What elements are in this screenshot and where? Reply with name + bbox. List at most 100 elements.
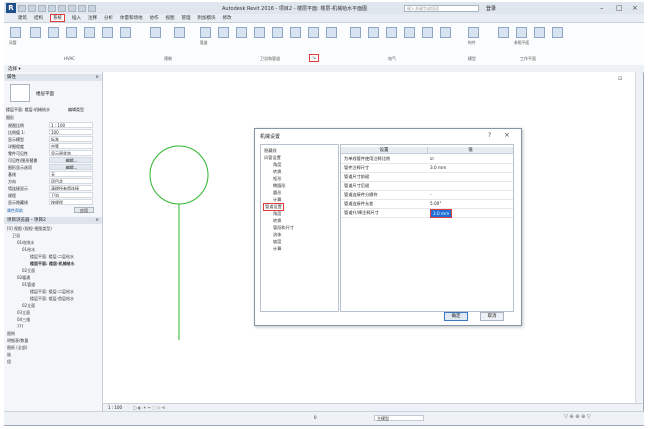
duct-placeholder-icon[interactable] [30,27,41,38]
tree-item[interactable]: 楼层平面: 楼层-首层给水 [30,296,74,302]
save-icon[interactable] [28,4,36,12]
duct-fitting-icon[interactable] [66,27,77,38]
plumbing-fixture-icon[interactable] [308,27,319,38]
tree-item[interactable]: [0] 视图 (规程-视图类型) [7,226,52,232]
pipe-icon[interactable] [200,27,211,38]
tree-item[interactable]: 图例 [7,331,15,337]
tree-item[interactable]: 转换 [273,218,281,224]
redo-icon[interactable] [48,4,56,12]
tree-item[interactable]: 族 [7,352,11,358]
pipe-accessory-icon[interactable] [272,27,283,38]
convert-flex-duct-icon[interactable] [48,27,59,38]
filter-icon[interactable]: ▽ ⊕ ⊕ ⊕ ▽ [564,414,591,420]
instance-selector[interactable]: 楼层平面: 楼层-机械给水 [6,107,50,113]
tab-architecture[interactable]: 建筑 [18,15,27,21]
pipe-fitting-icon[interactable] [254,27,265,38]
pipe-placeholder-icon[interactable] [218,27,229,38]
close-icon[interactable]: × [504,131,510,139]
flex-duct-icon[interactable] [102,27,113,38]
apply-button[interactable]: 应用 [74,207,94,213]
model-selector[interactable]: 主模型 [374,415,424,421]
reference-plane-icon[interactable] [516,27,527,38]
tree-item[interactable]: 02暖通 [17,275,30,281]
revit-logo-icon[interactable]: R [6,3,16,13]
tree-item[interactable]: 楼层平面: 楼层-二层给水 [30,289,74,295]
tree-item[interactable]: 转换 [273,169,281,175]
tree-item[interactable]: 流体 [273,232,281,238]
checkbox[interactable]: ☑ [430,154,434,163]
tree-item[interactable]: 管段和尺寸 [273,225,294,231]
tab-view[interactable]: 视图 [166,15,175,21]
tree-item[interactable]: 圆形 [273,190,281,196]
tree-item[interactable]: 01给排水 [17,240,34,246]
show-workplane-icon[interactable] [552,27,563,38]
tab-massing[interactable]: 体量和场地 [120,15,143,21]
tab-structure[interactable]: 结构 [34,15,43,21]
cable-tray-icon[interactable] [350,27,361,38]
tree-item[interactable]: 风管设置 [264,155,281,161]
tree-item[interactable]: 04三维 [17,317,30,323]
tree-item[interactable]: 角度 [273,211,281,217]
tab-collaborate[interactable]: 协作 [150,15,159,21]
mechanical-equipment-icon[interactable] [174,27,185,38]
flex-pipe-icon[interactable] [290,27,301,38]
duct-icon[interactable] [10,27,21,38]
lighting-fixture-icon[interactable] [386,27,397,38]
tree-item[interactable]: 楼层平面: 楼层-二层给水 [30,254,74,260]
close-icon[interactable]: × [95,217,99,224]
tree-item[interactable]: 02立面 [22,303,35,309]
tree-item[interactable]: 角度 [273,162,281,168]
properties-help-link[interactable]: 属性帮助 [7,208,23,214]
3d-view-icon[interactable] [88,4,96,12]
tab-systems[interactable]: 系统 [50,14,65,22]
tree-item[interactable]: 图纸 (全部) [7,345,27,351]
tab-addins[interactable]: 附加模块 [198,15,216,21]
parallel-pipes-icon[interactable] [236,27,247,38]
tree-item[interactable]: 椭圆形 [273,183,286,189]
tree-item[interactable]: 卫浴 [12,233,20,239]
open-icon[interactable] [18,4,26,12]
tree-item[interactable]: 01给水 [22,247,35,253]
set-workplane-icon[interactable] [498,27,509,38]
wire-icon[interactable] [440,27,451,38]
air-terminal-icon[interactable] [120,27,131,38]
tree-item[interactable]: ??? [17,324,23,329]
print-icon[interactable] [58,4,66,12]
help-icon[interactable]: ? [488,132,491,139]
search-input[interactable]: 键入关键字或短语 [404,5,479,12]
component-icon[interactable] [468,27,479,38]
user-signin[interactable]: 登录 [486,5,496,12]
fabrication-icon[interactable] [150,27,161,38]
close-icon[interactable]: × [95,74,99,81]
mechanical-settings-launcher-icon[interactable]: ↘ [309,54,319,62]
conduit-icon[interactable] [368,27,379,38]
measure-icon[interactable] [68,4,76,12]
duct-accessory-icon[interactable] [84,27,95,38]
tree-item[interactable]: 计算 [273,246,281,252]
tab-annotate[interactable]: 注释 [88,15,97,21]
tree-item[interactable]: 矩形 [273,176,281,182]
tree-item-active-view[interactable]: 楼层平面: 楼层-机械给水 [30,261,75,267]
tab-analyze[interactable]: 分析 [104,15,113,21]
undo-icon[interactable] [38,4,46,12]
tree-item[interactable]: 隐藏线 [264,148,277,154]
tab-manage[interactable]: 管理 [182,15,191,21]
minimize-icon[interactable]: – [600,4,604,12]
view-cube-icon[interactable]: ⊡ [618,76,622,82]
rise-drop-size-field[interactable]: 3.0 mm [430,209,453,218]
ok-button[interactable]: 确定 [444,312,468,321]
navigation-bar[interactable] [635,72,642,403]
tree-item[interactable]: 02立面 [22,268,35,274]
close-icon[interactable]: × [632,4,638,12]
device-icon[interactable] [422,27,433,38]
edit-type-button[interactable]: 编辑类型 [68,107,84,113]
viewer-icon[interactable] [534,27,545,38]
tree-item[interactable]: 01管道 [22,282,35,288]
tree-item[interactable]: 坡度 [273,239,281,245]
cancel-button[interactable]: 取消 [480,312,504,321]
tree-item-pipe-settings[interactable]: 管道设置 [263,203,284,211]
sprinkler-icon[interactable] [326,27,337,38]
text-icon[interactable] [78,4,86,12]
tree-item[interactable]: 明细表/数量 [7,338,28,344]
tab-insert[interactable]: 插入 [72,15,81,21]
